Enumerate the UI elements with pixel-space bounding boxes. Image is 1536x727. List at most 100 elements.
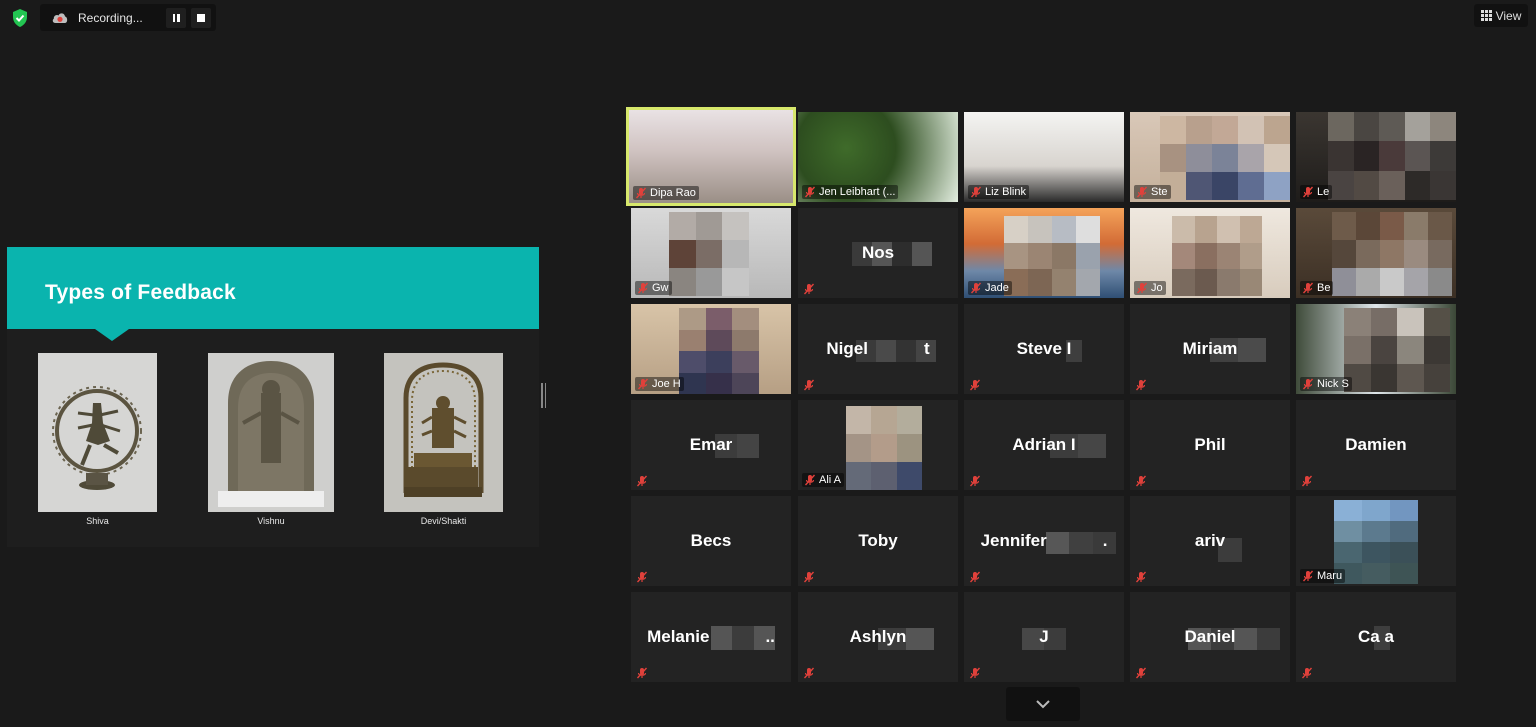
gallery-next-page-button[interactable]	[1006, 687, 1080, 721]
muted-microphone-icon	[803, 282, 815, 295]
participant-tile[interactable]: Ste	[1130, 112, 1290, 202]
participant-name-text: J	[1039, 627, 1049, 646]
participant-name: Steve I	[964, 339, 1124, 359]
participant-name-text: Daniel	[1184, 627, 1236, 646]
participant-tile[interactable]: Nigel t	[798, 304, 958, 394]
participant-tile[interactable]: Melanie..	[631, 592, 791, 682]
participant-tile[interactable]: Jen Leibhart (...	[798, 112, 958, 202]
participant-tile[interactable]: Emar	[631, 400, 791, 490]
participant-name-text: ariv	[1194, 531, 1226, 550]
participant-name-text: Ca a	[1358, 627, 1394, 646]
participant-tile[interactable]: Daniel	[1130, 592, 1290, 682]
participant-name-label: Liz Blink	[968, 185, 1029, 199]
devi-shakti-caption: Devi/Shakti	[420, 516, 467, 526]
pixelated-blur	[1160, 116, 1290, 200]
muted-microphone-icon	[1135, 666, 1147, 679]
participant-tile[interactable]: Jade	[964, 208, 1124, 298]
muted-microphone-icon	[1302, 570, 1314, 582]
participant-tile[interactable]: Adrian I	[964, 400, 1124, 490]
view-button-label: View	[1495, 8, 1522, 23]
participant-name: Jade	[985, 282, 1009, 294]
participant-tile[interactable]: Nos	[798, 208, 958, 298]
participant-tile[interactable]: Maru	[1296, 496, 1456, 586]
participant-tile[interactable]: Gw	[631, 208, 791, 298]
participant-name: Ali A	[819, 474, 842, 486]
participant-tile[interactable]: Le	[1296, 112, 1456, 202]
pixelated-blur	[846, 406, 922, 490]
participant-name: Melanie..	[631, 627, 791, 647]
participant-tile[interactable]: Ashlyn	[798, 592, 958, 682]
participant-tile[interactable]: J	[964, 592, 1124, 682]
participant-name: Emar	[631, 435, 791, 455]
participant-tile[interactable]: Becs	[631, 496, 791, 586]
participant-tile[interactable]: Ca a	[1296, 592, 1456, 682]
participant-name-text: Becs	[690, 531, 732, 550]
participant-tile[interactable]: Ali A	[798, 400, 958, 490]
muted-microphone-icon	[1135, 474, 1147, 487]
view-button[interactable]: View	[1474, 4, 1528, 27]
participant-name: Ca a	[1296, 627, 1456, 647]
devi-shakti-statue-image	[384, 353, 503, 512]
pixelated-blur	[1334, 500, 1418, 584]
vishnu-statue-image	[208, 353, 334, 512]
participant-tile[interactable]: Jo	[1130, 208, 1290, 298]
muted-microphone-icon	[635, 187, 647, 199]
pixelated-blur	[1328, 112, 1456, 200]
muted-microphone-icon	[970, 282, 982, 294]
muted-microphone-icon	[1302, 378, 1314, 390]
participant-name: Damien	[1296, 435, 1456, 455]
pixelated-blur	[1172, 216, 1262, 296]
shield-check-icon[interactable]	[10, 8, 30, 28]
shiva-caption: Shiva	[86, 516, 109, 526]
participant-name: Liz Blink	[985, 186, 1026, 198]
participant-tile[interactable]: Phil	[1130, 400, 1290, 490]
muted-microphone-icon	[969, 378, 981, 391]
pixelated-blur	[1004, 216, 1100, 296]
participant-name-suffix: t	[923, 339, 930, 358]
participant-tile[interactable]: Miriam	[1130, 304, 1290, 394]
participant-tile[interactable]: Dipa Rao	[626, 107, 796, 206]
participant-name-label: Jo	[1134, 281, 1166, 295]
participant-tile[interactable]: Damien	[1296, 400, 1456, 490]
pause-recording-button[interactable]	[166, 7, 186, 28]
participant-tile[interactable]: Jennifer.	[964, 496, 1124, 586]
vishnu-caption: Vishnu	[257, 516, 285, 526]
muted-microphone-icon	[636, 666, 648, 679]
participant-name-label: Maru	[1300, 569, 1346, 583]
participant-tile[interactable]: Be	[1296, 208, 1456, 298]
muted-microphone-icon	[1136, 186, 1148, 198]
participant-tile[interactable]: Toby	[798, 496, 958, 586]
participant-tile[interactable]: Nick S	[1296, 304, 1456, 394]
participant-name-label: Gw	[635, 281, 672, 295]
participant-name: Jennifer.	[964, 531, 1124, 551]
muted-microphone-icon	[636, 474, 648, 487]
muted-microphone-icon	[969, 666, 981, 679]
participant-name-text: Miriam	[1182, 339, 1238, 358]
participant-tile[interactable]: Liz Blink	[964, 112, 1124, 202]
participant-name-label: Le	[1300, 185, 1333, 199]
participant-name: Le	[1317, 186, 1330, 198]
participant-name-label: Be	[1300, 281, 1334, 295]
shiva-statue-image	[38, 353, 157, 512]
participant-name-suffix: ..	[765, 627, 775, 646]
muted-microphone-icon	[804, 186, 816, 198]
split-view-resize-handle[interactable]	[541, 383, 546, 408]
stop-recording-button[interactable]	[191, 7, 211, 28]
participant-name: Jo	[1151, 282, 1163, 294]
participant-name: Nick S	[1317, 378, 1349, 390]
participant-tile[interactable]: Steve I	[964, 304, 1124, 394]
stop-icon	[197, 13, 205, 22]
participant-name: Daniel	[1130, 627, 1290, 647]
pixelated-blur	[1332, 212, 1452, 296]
participant-name: Jen Leibhart (...	[819, 186, 896, 198]
participant-tile[interactable]: Joe H	[631, 304, 791, 394]
muted-microphone-icon	[969, 474, 981, 487]
participant-name: Ashlyn	[798, 627, 958, 647]
muted-microphone-icon	[970, 186, 982, 198]
participant-name: Joe H	[652, 378, 681, 390]
participant-name: Nigel t	[798, 339, 958, 359]
participant-name: J	[964, 627, 1124, 647]
participant-name-text: Ashlyn	[849, 627, 907, 646]
muted-microphone-icon	[1302, 282, 1314, 294]
participant-tile[interactable]: ariv	[1130, 496, 1290, 586]
